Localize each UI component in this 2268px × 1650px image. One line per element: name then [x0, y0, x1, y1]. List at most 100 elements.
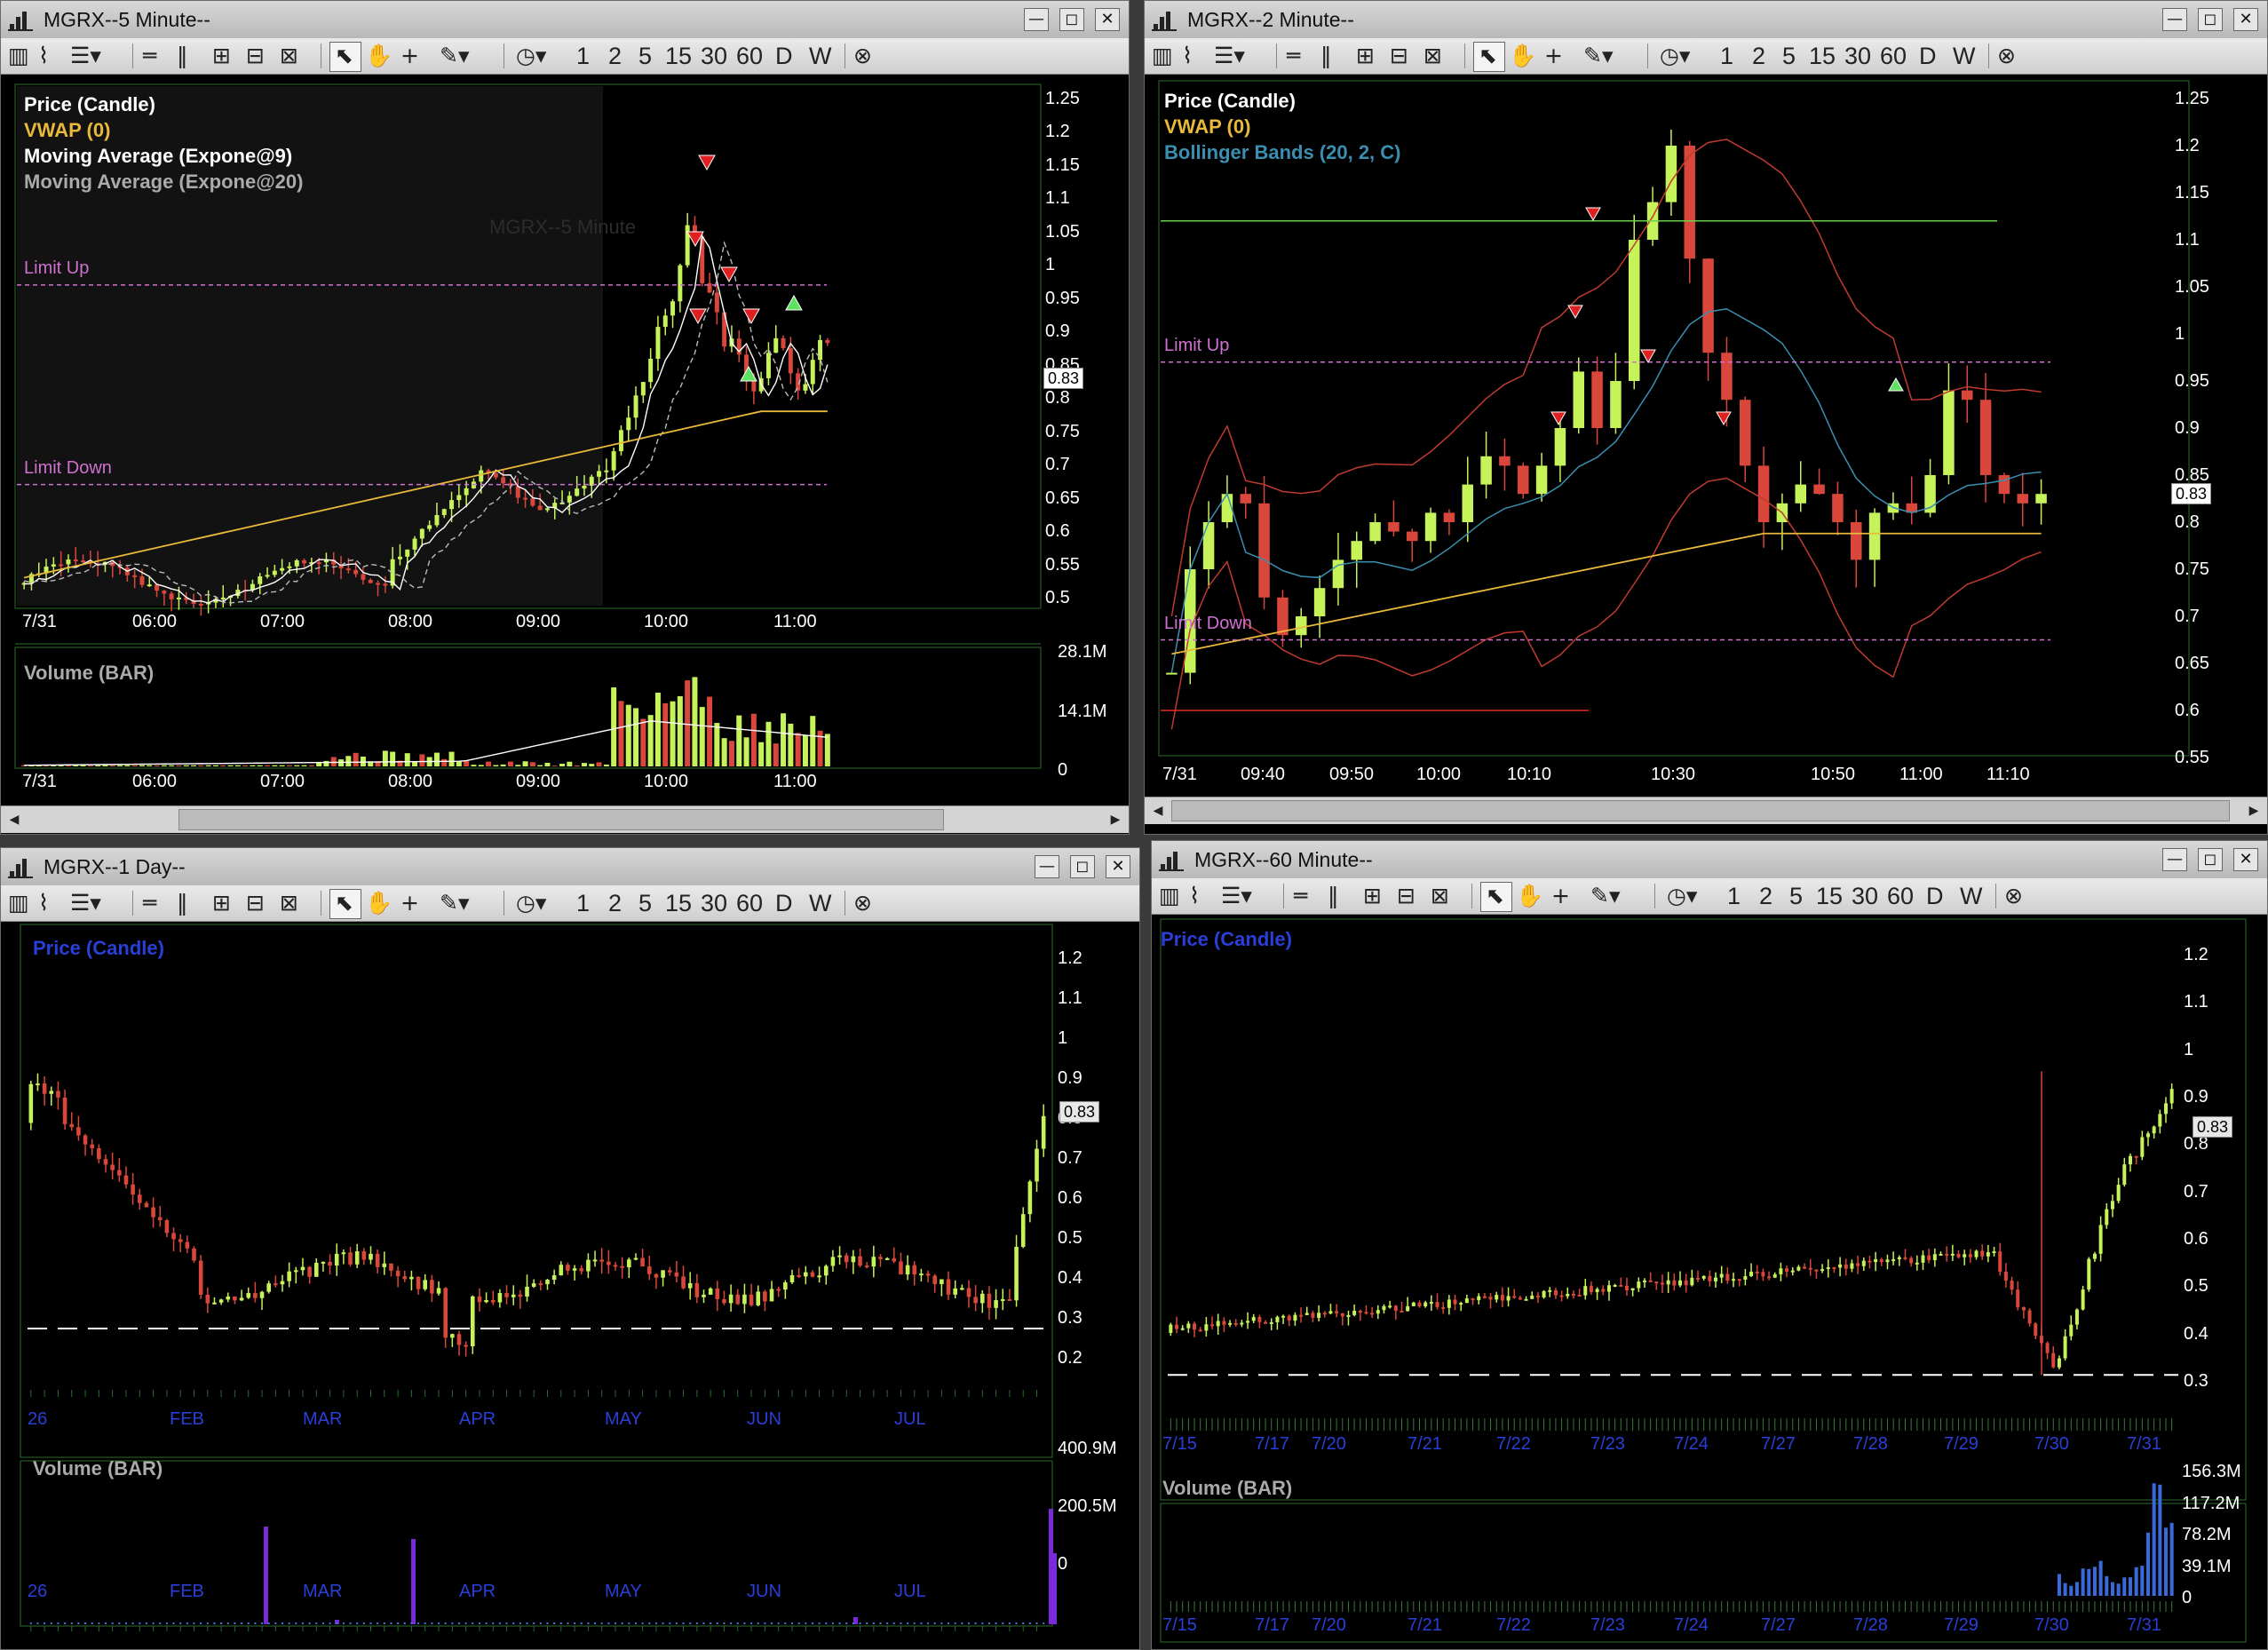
candle [1591, 356, 1603, 445]
candle [579, 1265, 584, 1274]
last-price-tag: 0.83 [2171, 483, 2212, 505]
candle [2116, 1178, 2121, 1203]
candle [1956, 1249, 1961, 1259]
volume-bar [669, 1622, 671, 1624]
candle [1832, 1266, 1836, 1273]
candle [382, 1251, 387, 1275]
candle [1761, 1268, 1765, 1281]
candles-group [1166, 129, 2047, 685]
candle [1637, 1277, 1641, 1292]
candle [1317, 1305, 1321, 1321]
volume-bar [411, 1539, 416, 1624]
legend-entry[interactable]: Price (Candle) [24, 93, 155, 116]
volume-bar [777, 1622, 780, 1624]
chart-window-w2[interactable]: MGRX--2 Minute-- — ◻ ✕ ▥ ⌇ ☰▾ ═ ‖ ⊞ ⊟ ⊠ ⬉ ✋ + ✎▾ ◷▾ 1 2 5 15… [1144, 0, 2268, 835]
volume-bar [315, 1622, 318, 1624]
candle [789, 1269, 795, 1284]
scroll-thumb[interactable] [1171, 800, 2230, 821]
volume-bar [716, 1622, 718, 1624]
axis-tick-label: 1 [1058, 1028, 1068, 1048]
date-tick-label: 7/29 [1944, 1615, 1979, 1635]
candle [287, 1262, 291, 1288]
date-tick-label: 7/30 [2034, 1434, 2069, 1454]
axis-tick-label: 1.2 [2175, 136, 2200, 155]
volume-bar [920, 1622, 923, 1624]
volume-bar [336, 1622, 338, 1624]
candle [430, 1274, 434, 1303]
candle [1654, 1281, 1659, 1290]
candle [2140, 1130, 2145, 1161]
axis-tick-label: 1.1 [1058, 988, 1082, 1008]
candle [137, 1188, 142, 1210]
scroll-right-icon[interactable]: ▶ [2244, 800, 2264, 820]
vwap-line [1171, 532, 2042, 655]
candle [28, 1080, 34, 1130]
volume-bar [974, 1622, 977, 1624]
chart-window-w60[interactable]: MGRX--60 Minute-- — ◻ ✕ ▥ ⌇ ☰▾ ═ ‖ ⊞ ⊟ ⊠ ⬉ ✋ + ✎▾ ◷▾ 1 2 5 1… [1151, 840, 2268, 1650]
candle [1020, 1207, 1026, 1249]
volume-bar [784, 1622, 787, 1624]
candle [1696, 1270, 1701, 1282]
volume-bar [500, 764, 506, 766]
sell-signal-marker [1585, 207, 1601, 222]
legend-entry[interactable]: Price (Candle) [33, 937, 164, 960]
candle [117, 1158, 122, 1182]
legend-entry[interactable]: VWAP (0) [1164, 115, 1250, 139]
volume-bar [695, 1622, 698, 1624]
candle [667, 1266, 672, 1276]
horizontal-scrollbar[interactable]: ◀ ▶ [1145, 797, 2267, 824]
candle [681, 1265, 686, 1289]
volume-bar [152, 1622, 155, 1624]
chart-window-w1d[interactable]: MGRX--1 Day-- — ◻ ✕ ▥ ⌇ ☰▾ ═ ‖ ⊞ ⊟ ⊠ ⬉ ✋ + ✎▾ ◷▾ 1 2 5 15 30 6… [0, 847, 1140, 1650]
candle [559, 1261, 564, 1276]
candle [1725, 1266, 1730, 1284]
volume-bar [471, 765, 477, 766]
candle [90, 1138, 95, 1155]
candle [1443, 509, 1455, 535]
candle [1407, 528, 1418, 562]
time-tick-label: 11:00 [773, 612, 817, 631]
volume-bar [603, 764, 609, 766]
candle [1358, 1309, 1362, 1321]
volume-bar [567, 1622, 569, 1624]
horizontal-scrollbar[interactable]: ◀ ▶ [1, 805, 1129, 833]
chart-svg [1158, 80, 2190, 757]
axis-tick-label: 14.1M [1058, 701, 1107, 721]
legend-entry[interactable]: Bollinger Bands (20, 2, C) [1164, 141, 1401, 164]
candle [1424, 507, 1437, 553]
legend-entry[interactable]: Price (Candle) [1164, 90, 1296, 113]
candle [1293, 1312, 1297, 1326]
axis-tick-label: 0.8 [1045, 388, 1070, 409]
candle [1210, 1316, 1215, 1329]
volume-bar [907, 1622, 909, 1624]
candle [328, 1254, 332, 1275]
candle [618, 425, 623, 456]
legend-entry[interactable]: Moving Average (Expone@20) [24, 171, 303, 194]
scroll-right-icon[interactable]: ▶ [1106, 809, 1125, 829]
legend-entry[interactable]: Moving Average (Expone@9) [24, 145, 292, 168]
candle [62, 1089, 67, 1130]
candle [239, 1289, 244, 1302]
volume-bar [2122, 1577, 2127, 1596]
candle [1027, 1179, 1033, 1223]
legend-entry[interactable]: Price (Candle) [1161, 928, 1292, 951]
scroll-left-icon[interactable]: ◀ [1148, 800, 1168, 820]
candle [678, 263, 683, 313]
candle [2098, 1216, 2103, 1262]
axis-tick-label: 1.2 [1045, 122, 1070, 142]
candle [348, 1246, 353, 1267]
candle [1464, 1294, 1469, 1304]
candle [504, 1285, 509, 1305]
candle [1927, 1249, 1931, 1264]
scroll-left-icon[interactable]: ◀ [4, 809, 24, 829]
volume-bar [433, 752, 440, 766]
chart-window-w5[interactable]: MGRX--5 Minute-- — ◻ ✕ ▥ ⌇ ☰▾ ═ ‖ ⊞ ⊟ ⊠ ⬉ ✋ + ✎▾ ◷▾ 1 2 5 15… [0, 0, 1130, 835]
volume-bar [913, 1622, 916, 1624]
volume-bar [618, 701, 624, 766]
candle [1684, 140, 1695, 283]
volume-bar [699, 707, 705, 766]
candle [1228, 1320, 1233, 1328]
legend-entry[interactable]: VWAP (0) [24, 119, 110, 142]
candle [797, 1267, 801, 1278]
scroll-thumb[interactable] [178, 809, 944, 830]
